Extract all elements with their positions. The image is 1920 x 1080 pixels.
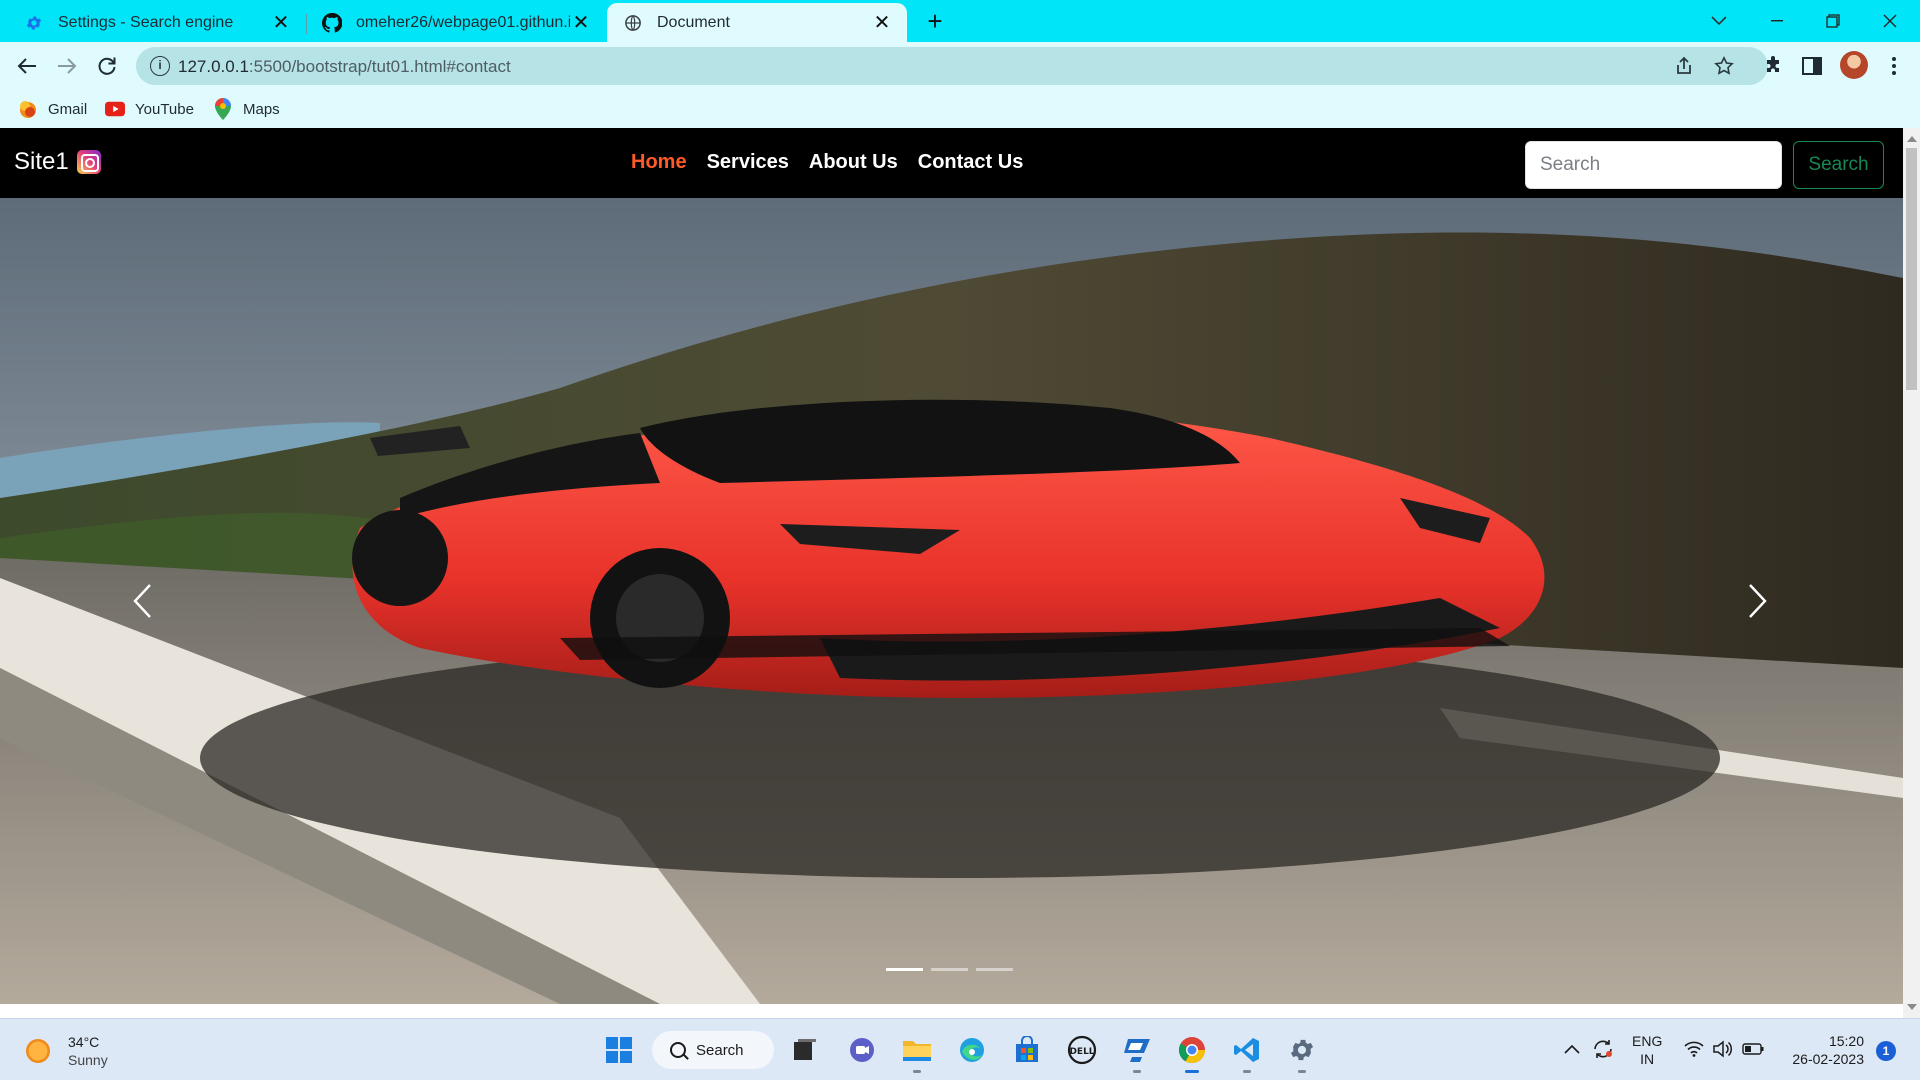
tab-title: omeher26/webpage01.githun.io	[356, 13, 570, 31]
carousel-slide-image	[0, 198, 1903, 1004]
browser-toolbar: i 127.0.0.1:5500/bootstrap/tut01.html#co…	[0, 42, 1920, 90]
notification-badge[interactable]: 1	[1876, 1041, 1896, 1061]
microsoft-store-icon[interactable]	[1008, 1031, 1046, 1069]
brand-name: Site1	[14, 148, 69, 175]
maps-icon	[213, 98, 233, 120]
github-icon	[322, 12, 342, 33]
close-tab-icon[interactable]: ✕	[570, 12, 592, 34]
youtube-icon	[105, 99, 125, 119]
bookmark-gmail[interactable]: Gmail	[18, 98, 87, 120]
carousel-indicator-2[interactable]	[931, 968, 968, 971]
task-view-icon[interactable]	[786, 1031, 824, 1069]
weather-widget[interactable]: 34°C Sunny	[26, 1033, 108, 1069]
clock-time: 15:20	[1828, 1033, 1864, 1049]
settings-icon[interactable]	[1283, 1031, 1321, 1073]
url-text: 127.0.0.1:5500/bootstrap/tut01.html#cont…	[178, 57, 511, 76]
kebab-menu-icon[interactable]	[1880, 52, 1908, 80]
page-viewport: Site1 Home Services About Us Contact Us …	[0, 128, 1903, 1018]
wifi-icon[interactable]	[1684, 1039, 1704, 1059]
new-tab-button[interactable]: +	[922, 8, 948, 34]
close-tab-icon[interactable]: ✕	[270, 12, 292, 34]
site-brand[interactable]: Site1	[14, 148, 101, 176]
tab-search-icon[interactable]	[1699, 6, 1739, 36]
svg-text:DELL: DELL	[1069, 1047, 1094, 1057]
tab-title: Settings - Search engine	[58, 13, 234, 31]
scroll-down-icon[interactable]	[1907, 1004, 1917, 1010]
gear-icon	[24, 13, 44, 33]
sync-icon[interactable]	[1592, 1039, 1614, 1059]
site-info-icon[interactable]: i	[150, 56, 170, 76]
sun-icon	[26, 1039, 50, 1063]
nav-links: Home Services About Us Contact Us	[631, 151, 1023, 174]
carousel-indicator-1[interactable]	[886, 968, 923, 971]
tab-document[interactable]: Document ✕	[607, 3, 907, 42]
close-window-icon[interactable]	[1870, 6, 1910, 36]
extensions-icon[interactable]	[1759, 52, 1787, 80]
profile-avatar[interactable]	[1840, 51, 1868, 79]
file-explorer-icon[interactable]	[898, 1031, 936, 1073]
nav-link-home[interactable]: Home	[631, 151, 687, 174]
tab-strip: Settings - Search engine ✕ omeher26/webp…	[0, 0, 1920, 42]
share-icon[interactable]	[1673, 55, 1695, 77]
volume-icon[interactable]	[1712, 1039, 1732, 1059]
close-tab-icon[interactable]: ✕	[871, 12, 893, 34]
taskbar: 34°C Sunny Search DELL ENG IN 15:20 26-0…	[0, 1018, 1920, 1080]
remote-support-icon[interactable]	[1118, 1031, 1156, 1073]
back-icon[interactable]	[11, 50, 43, 82]
weather-temp: 34°C	[68, 1034, 100, 1050]
side-panel-icon[interactable]	[1798, 52, 1826, 80]
start-icon[interactable]	[600, 1031, 638, 1069]
page-scrollbar[interactable]	[1903, 128, 1920, 1018]
bookmark-youtube[interactable]: YouTube	[105, 98, 194, 120]
edge-icon[interactable]	[953, 1031, 991, 1069]
battery-icon[interactable]	[1742, 1039, 1764, 1059]
tab-settings[interactable]: Settings - Search engine ✕	[0, 3, 306, 42]
bookmarks-bar: Gmail YouTube Maps	[0, 90, 1920, 128]
teams-chat-icon[interactable]	[843, 1031, 881, 1069]
weather-condition: Sunny	[68, 1052, 108, 1068]
bookmark-star-icon[interactable]	[1713, 55, 1735, 77]
minimize-icon[interactable]	[1757, 6, 1797, 36]
search-input[interactable]	[1525, 141, 1782, 189]
instagram-icon[interactable]	[76, 150, 101, 174]
bookmark-maps[interactable]: Maps	[213, 98, 280, 120]
chrome-icon[interactable]	[1173, 1031, 1211, 1073]
search-icon	[670, 1042, 686, 1058]
forward-icon[interactable]	[51, 50, 83, 82]
reload-icon[interactable]	[91, 50, 123, 82]
vscode-icon[interactable]	[1228, 1031, 1266, 1073]
taskbar-search[interactable]: Search	[652, 1031, 774, 1069]
globe-icon	[623, 13, 643, 33]
language-indicator[interactable]: ENG IN	[1632, 1032, 1662, 1068]
carousel-next-icon[interactable]	[1738, 578, 1778, 624]
tab-github[interactable]: omeher26/webpage01.githun.io ✕	[306, 3, 606, 42]
clock-date: 26-02-2023	[1792, 1051, 1864, 1067]
address-bar[interactable]: i 127.0.0.1:5500/bootstrap/tut01.html#co…	[136, 47, 1768, 85]
nav-link-about-us[interactable]: About Us	[809, 151, 898, 174]
taskbar-clock[interactable]: 15:20 26-02-2023	[1784, 1032, 1864, 1068]
tab-title: Document	[657, 13, 730, 31]
scroll-up-icon[interactable]	[1907, 136, 1917, 142]
carousel-indicators	[886, 968, 1013, 971]
nav-link-services[interactable]: Services	[707, 151, 789, 174]
carousel-prev-icon[interactable]	[122, 578, 162, 624]
nav-link-contact-us[interactable]: Contact Us	[918, 151, 1024, 174]
hero-carousel	[0, 198, 1903, 1004]
dell-icon[interactable]: DELL	[1063, 1031, 1101, 1069]
scrollbar-thumb[interactable]	[1906, 148, 1917, 390]
search-button[interactable]: Search	[1793, 141, 1884, 189]
site-navbar: Site1 Home Services About Us Contact Us …	[0, 128, 1903, 198]
gmail-icon	[18, 99, 38, 119]
show-hidden-icons-icon[interactable]	[1564, 1039, 1580, 1059]
restore-icon[interactable]	[1813, 6, 1853, 36]
carousel-indicator-3[interactable]	[976, 968, 1013, 971]
